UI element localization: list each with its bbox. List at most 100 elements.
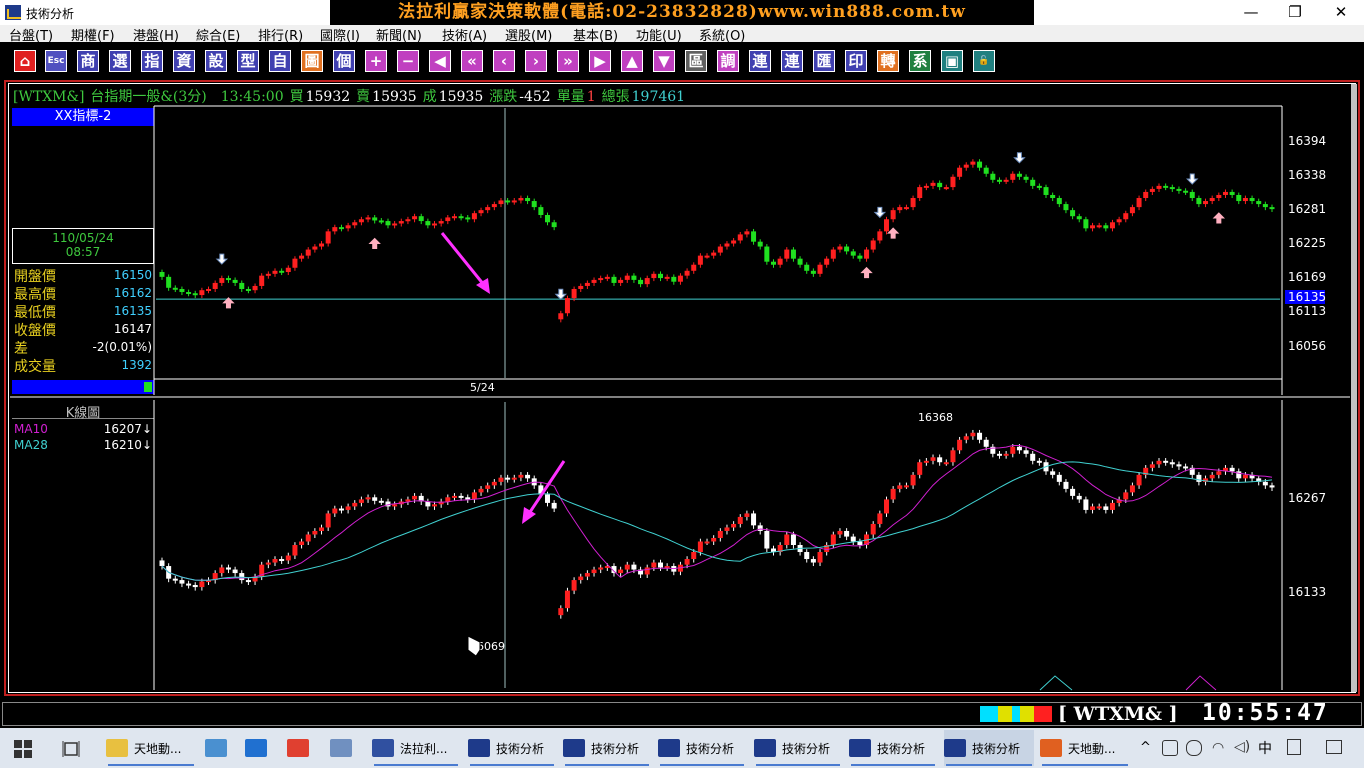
kline-body [1156, 460, 1162, 465]
kline-body [338, 508, 344, 511]
candle-body [790, 249, 796, 259]
kline-body [1103, 506, 1109, 510]
tray-ime[interactable]: 中 [1258, 738, 1272, 758]
taskbar-item-label: 天地動... [1068, 741, 1116, 756]
kline-body [1003, 453, 1009, 456]
ta-icon [563, 739, 585, 757]
taskbar-item[interactable]: 天地動... [1040, 730, 1130, 766]
candle-body [1262, 204, 1268, 208]
taskbar-item[interactable]: 法拉利... [372, 730, 460, 766]
candle-body [684, 270, 690, 276]
kline-body [784, 534, 790, 545]
tray-wifi-icon[interactable]: ◠ [1212, 740, 1224, 756]
tray-ime-mode-icon[interactable] [1287, 739, 1301, 755]
kline-body [923, 460, 929, 463]
tray-chevron-icon[interactable]: ^ [1140, 740, 1151, 755]
ta-icon [849, 739, 871, 757]
candle-body [957, 167, 963, 177]
candle-body [697, 255, 703, 265]
tray-volume-icon[interactable]: ◁) [1234, 739, 1250, 755]
taskbar-item[interactable]: 技術分析 [754, 730, 842, 766]
kline-body [551, 502, 557, 509]
kline-body [1169, 462, 1175, 465]
candle-body [1090, 225, 1096, 229]
task-view-icon[interactable] [62, 740, 80, 758]
candle-body [830, 249, 836, 259]
kline-body [179, 580, 185, 584]
kline-body [518, 474, 524, 478]
ie-icon [245, 739, 267, 757]
taskbar-item[interactable]: 技術分析 [849, 730, 937, 766]
taskbar-item-label: 技術分析 [496, 741, 545, 756]
kline-body [584, 573, 590, 577]
kline-body [977, 432, 983, 440]
taskbar-item-label: 技術分析 [686, 741, 735, 756]
kline-body [232, 569, 238, 574]
kline-body [1036, 460, 1042, 463]
candle-body [305, 249, 311, 256]
candle-body [1036, 185, 1042, 188]
taskbar-item-label: 法拉利... [400, 741, 448, 756]
taskbar-item[interactable]: 技術分析 [563, 730, 651, 766]
taskbar-item[interactable] [245, 730, 275, 766]
kline-body [571, 580, 577, 591]
kline-body [744, 513, 750, 517]
taskbar-item[interactable]: 天地動... [106, 730, 196, 766]
kline-body [837, 530, 843, 535]
kline-body [731, 523, 737, 528]
candle-body [644, 278, 650, 285]
taskbar-item-label: 技術分析 [972, 741, 1021, 756]
kline-body [857, 541, 863, 545]
kline-body [1216, 471, 1222, 475]
candle-body [259, 275, 265, 286]
candle-body [664, 276, 670, 279]
candle-body [784, 249, 790, 259]
kline-body [425, 501, 431, 507]
tray-camera-icon[interactable] [1162, 740, 1178, 756]
taskbar-item[interactable] [287, 730, 317, 766]
candle-body [478, 210, 484, 214]
taskbar-item[interactable]: 技術分析 [468, 730, 556, 766]
taskbar-item[interactable]: 技術分析 [658, 730, 746, 766]
buy-arrow-icon [860, 266, 873, 279]
kline-body [937, 457, 943, 463]
hand-cursor-icon [467, 635, 481, 657]
taskbar-item[interactable] [330, 730, 360, 766]
windows-start-icon[interactable] [14, 740, 32, 758]
notification-icon[interactable] [1326, 740, 1342, 754]
candle-body [930, 182, 936, 186]
chart-canvas[interactable]: 16394 16338 16281 16225 16169 1613516113 16056… [0, 0, 1364, 700]
kline-body [225, 567, 231, 570]
candle-body [345, 225, 351, 229]
candle-body [159, 272, 165, 277]
tray-sync-icon[interactable] [1186, 740, 1202, 756]
kline-body [658, 562, 664, 568]
candle-body [551, 222, 557, 228]
kline-body [684, 559, 690, 565]
candle-body [1209, 198, 1215, 202]
candle-body [485, 207, 491, 211]
candle-body [545, 214, 551, 223]
status-clock: 10:55:47 [1202, 700, 1329, 726]
candle-body [219, 278, 225, 283]
candle-body [598, 278, 604, 281]
candle-body [292, 258, 298, 268]
candle-body [1189, 191, 1195, 199]
kline-body [724, 527, 730, 531]
ferrari-icon [372, 739, 394, 757]
taskbar-item[interactable] [205, 730, 235, 766]
sell-arrow-icon [215, 253, 229, 265]
candle-body [564, 298, 570, 314]
kline-body [870, 523, 876, 535]
candle-body [378, 220, 384, 223]
paint-icon [330, 739, 352, 757]
candle-body [412, 216, 418, 220]
y-tick-label: 16225 [1288, 236, 1326, 250]
candle-body [917, 187, 923, 199]
kline-body [890, 488, 896, 500]
taskbar-underline [851, 764, 935, 766]
candle-body [1183, 190, 1189, 193]
candle-body [538, 207, 544, 215]
taskbar-item[interactable]: 技術分析 [944, 730, 1034, 766]
candle-body [764, 246, 770, 262]
